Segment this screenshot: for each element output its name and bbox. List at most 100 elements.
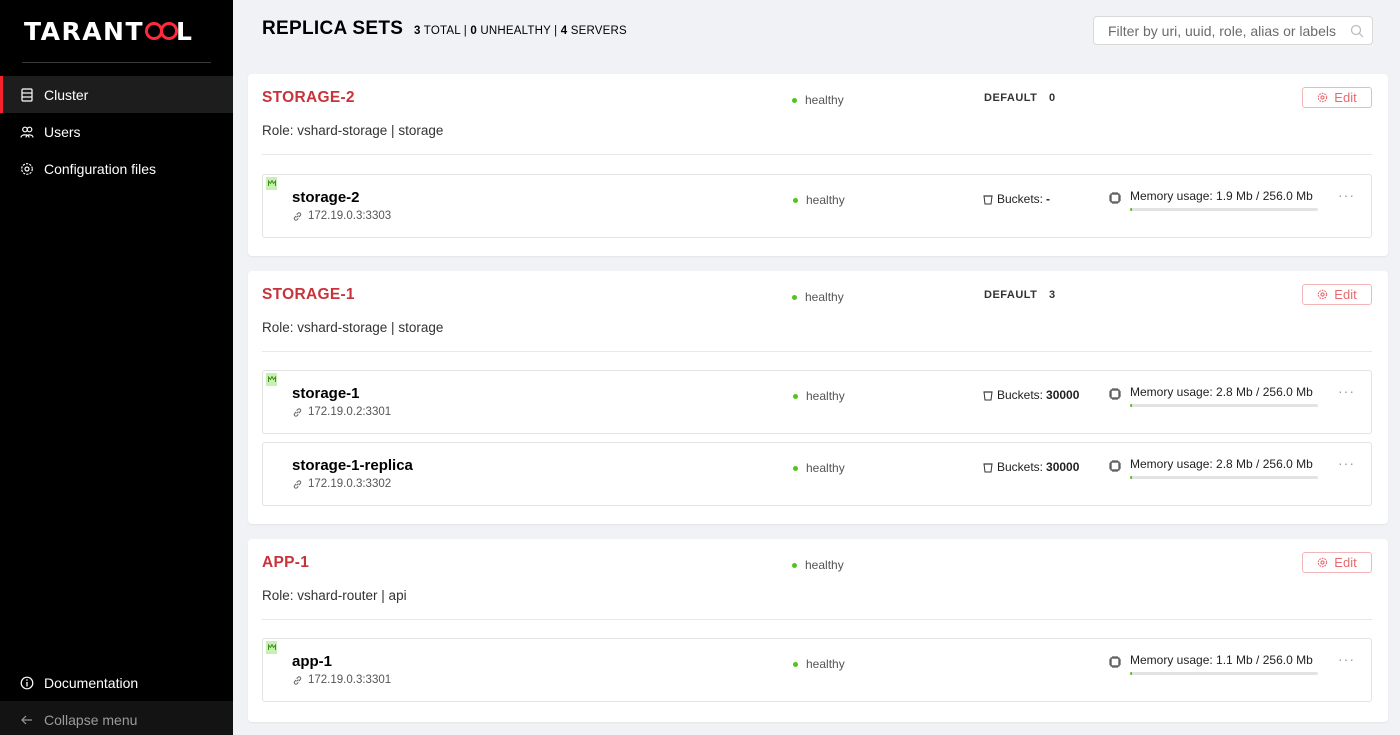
replicaset-card: STORAGE-2 healthy DEFAULT 0 Edit Role: v… <box>248 74 1388 256</box>
replicaset-card: APP-1 healthy Edit Role: vshard-router |… <box>248 539 1388 722</box>
memory-usage: Memory usage: 2.8 Mb / 256.0 Mb <box>1108 385 1318 407</box>
status-dot <box>793 465 798 471</box>
chip-icon <box>1109 656 1121 668</box>
edit-label: Edit <box>1334 555 1357 570</box>
status-text: healthy <box>806 389 845 403</box>
server-alias[interactable]: app-1 <box>292 653 332 670</box>
replicaset-name[interactable]: STORAGE-2 <box>262 89 355 107</box>
replicaset-card: STORAGE-1 healthy DEFAULT 3 Edit Role: v… <box>248 271 1388 524</box>
buckets-value: 30000 <box>1046 388 1080 402</box>
sidebar-item-configuration-files[interactable]: Configuration files <box>0 150 233 187</box>
edit-label: Edit <box>1334 287 1357 302</box>
memory-progress-fill <box>1130 208 1132 211</box>
logo-text-right: L <box>176 16 194 46</box>
server-uri-text: 172.19.0.3:3303 <box>308 210 392 222</box>
buckets-info: Buckets: - <box>983 192 1050 206</box>
link-icon <box>293 479 302 489</box>
sidebar-item-label: Configuration files <box>44 160 157 177</box>
server-alias[interactable]: storage-1-replica <box>292 457 413 474</box>
more-actions-icon[interactable]: ··· <box>1338 383 1355 399</box>
server-status: healthy <box>793 193 845 207</box>
status-dot <box>793 661 798 667</box>
stat-servers-count: 4 <box>560 25 568 37</box>
buckets-label: Buckets: <box>997 460 1044 474</box>
server-uri: 172.19.0.3:3301 <box>292 674 391 686</box>
gear-icon <box>1318 557 1328 568</box>
stat-unhealthy-label: UNHEALTHY <box>480 25 551 37</box>
search-icon[interactable] <box>1350 24 1364 43</box>
sidebar-item-cluster[interactable]: Cluster <box>0 76 233 113</box>
server-row[interactable]: storage-1 172.19.0.2:3301 healthy Bucket… <box>262 370 1372 434</box>
server-alias[interactable]: storage-2 <box>292 189 360 206</box>
sidebar-item-documentation[interactable]: Documentation <box>0 664 233 701</box>
buckets-value: - <box>1046 192 1051 206</box>
server-uri: 172.19.0.3:3302 <box>292 478 391 490</box>
filter-box <box>1093 16 1373 45</box>
more-actions-icon[interactable]: ··· <box>1338 187 1355 203</box>
chip-icon <box>1109 192 1121 204</box>
server-status: healthy <box>793 461 845 475</box>
replicaset-status: healthy <box>792 558 844 572</box>
link-icon <box>293 407 302 417</box>
card-divider <box>262 619 1372 620</box>
status-text: healthy <box>805 558 844 572</box>
server-status: healthy <box>793 657 845 671</box>
main-nav: Cluster Users Configuration files <box>0 76 233 187</box>
memory-usage-text: Memory usage: 2.8 Mb / 256.0 Mb <box>1130 385 1313 399</box>
vshard-group: DEFAULT <box>984 289 1038 301</box>
filter-input[interactable] <box>1108 22 1338 39</box>
status-dot <box>792 562 797 568</box>
users-icon <box>20 125 34 139</box>
tarantool-logo[interactable]: TARANT L <box>24 14 193 48</box>
memory-usage-text: Memory usage: 2.8 Mb / 256.0 Mb <box>1130 457 1313 471</box>
stat-total-count: 3 <box>414 25 421 37</box>
server-row[interactable]: app-1 172.19.0.3:3301 healthy Memory usa… <box>262 638 1372 702</box>
sidebar-item-label: Users <box>44 123 81 140</box>
replicaset-name[interactable]: APP-1 <box>262 554 309 572</box>
server-icon <box>20 87 34 102</box>
more-actions-icon[interactable]: ··· <box>1338 651 1355 667</box>
bucket-icon <box>983 390 993 400</box>
sidebar-item-label: Cluster <box>44 86 89 103</box>
sidebar-item-users[interactable]: Users <box>0 113 233 150</box>
status-text: healthy <box>806 193 845 207</box>
stat-unhealthy-count: 0 <box>470 25 477 37</box>
edit-button[interactable]: Edit <box>1302 284 1372 305</box>
edit-button[interactable]: Edit <box>1302 87 1372 108</box>
arrow-left-icon <box>20 713 34 727</box>
bucket-icon <box>983 462 993 472</box>
stat-total-label: TOTAL <box>423 25 461 37</box>
replicaset-stats: 3 TOTAL | 0 UNHEALTHY | 4 SERVERS <box>414 25 627 37</box>
server-alias[interactable]: storage-1 <box>292 385 360 402</box>
memory-usage: Memory usage: 1.1 Mb / 256.0 Mb <box>1108 653 1318 675</box>
buckets-label: Buckets: <box>997 388 1044 402</box>
memory-progress-fill <box>1130 476 1133 479</box>
status-dot <box>792 294 797 300</box>
memory-progress-fill <box>1130 404 1133 407</box>
sidebar: TARANT L Cluster Users Configuration file… <box>0 0 233 735</box>
sidebar-item-label: Collapse menu <box>44 711 138 728</box>
buckets-info: Buckets: 30000 <box>983 388 1079 402</box>
edit-label: Edit <box>1334 90 1357 105</box>
server-uri: 172.19.0.3:3303 <box>292 210 391 222</box>
replicaset-roles: Role: vshard-storage | storage <box>262 123 444 138</box>
server-uri-text: 172.19.0.3:3301 <box>308 674 392 686</box>
server-row[interactable]: storage-1-replica 172.19.0.3:3302 health… <box>262 442 1372 506</box>
status-dot <box>793 197 798 203</box>
gear-icon <box>1318 92 1328 103</box>
replicaset-name[interactable]: STORAGE-1 <box>262 286 355 304</box>
server-row[interactable]: storage-2 172.19.0.3:3303 healthy Bucket… <box>262 174 1372 238</box>
memory-usage: Memory usage: 2.8 Mb / 256.0 Mb <box>1108 457 1318 479</box>
status-text: healthy <box>805 290 844 304</box>
edit-button[interactable]: Edit <box>1302 552 1372 573</box>
leader-crown-icon <box>266 641 277 654</box>
vshard-weight: 3 <box>1049 289 1056 301</box>
collapse-menu-button[interactable]: Collapse menu <box>0 701 233 735</box>
chip-icon <box>1109 460 1121 472</box>
buckets-label: Buckets: <box>997 192 1044 206</box>
more-actions-icon[interactable]: ··· <box>1338 455 1355 471</box>
logo-text-left: TARANT <box>24 16 145 46</box>
memory-progress-fill <box>1130 672 1132 675</box>
sidebar-bottom: Documentation Collapse menu <box>0 664 233 735</box>
leader-crown-icon <box>266 177 277 190</box>
